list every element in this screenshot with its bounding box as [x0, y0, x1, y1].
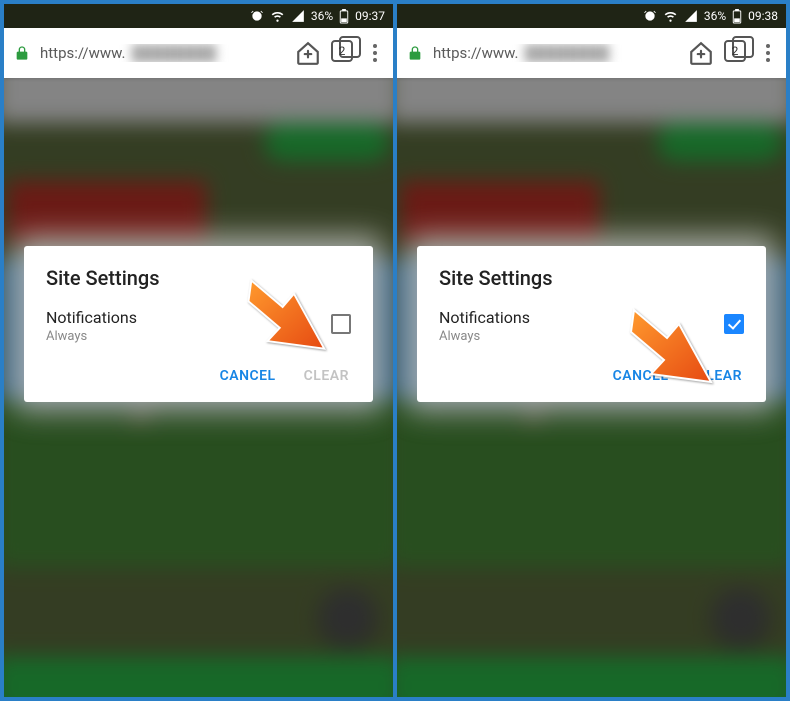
notif-label: Notifications	[46, 308, 137, 327]
url-host-redacted: ████████	[131, 44, 216, 62]
chrome-omnibox[interactable]: https://www. ████████ 2	[397, 28, 786, 78]
phone-left: pcr 36% 09:37 https://www. ████████ 2 Si…	[4, 4, 393, 697]
tab-count: 2	[732, 44, 739, 58]
dialog-title: Site Settings	[439, 266, 744, 290]
notif-value: Always	[439, 329, 530, 344]
battery-icon	[732, 9, 742, 24]
tab-switcher[interactable]: 2	[724, 40, 750, 66]
notif-checkbox[interactable]	[724, 314, 744, 334]
overflow-menu-icon[interactable]	[760, 44, 776, 62]
notif-label: Notifications	[439, 308, 530, 327]
clear-button[interactable]: CLEAR	[697, 368, 742, 384]
cancel-button[interactable]: CANCEL	[220, 368, 276, 384]
site-settings-dialog: Site Settings Notifications Always CANCE…	[417, 246, 766, 402]
notif-value: Always	[46, 329, 137, 344]
status-bar: 36% 09:37	[4, 4, 393, 28]
phone-right: pcr 36% 09:38 https://www. ████████ 2 Si…	[397, 4, 786, 697]
url-text[interactable]: https://www. ████████	[40, 44, 285, 62]
overflow-menu-icon[interactable]	[367, 44, 383, 62]
clock: 09:38	[748, 9, 778, 23]
battery-pct: 36%	[704, 9, 726, 23]
add-home-icon[interactable]	[295, 40, 321, 66]
wifi-icon	[663, 9, 678, 23]
site-settings-dialog: Site Settings Notifications Always CANCE…	[24, 246, 373, 402]
url-host-redacted: ████████	[524, 44, 609, 62]
url-proto: https://www.	[40, 44, 125, 62]
signal-icon	[684, 9, 698, 23]
status-bar: 36% 09:38	[397, 4, 786, 28]
signal-icon	[291, 9, 305, 23]
chrome-omnibox[interactable]: https://www. ████████ 2	[4, 28, 393, 78]
battery-pct: 36%	[311, 9, 333, 23]
battery-icon	[339, 9, 349, 24]
lock-icon	[407, 44, 423, 62]
notif-checkbox[interactable]	[331, 314, 351, 334]
tab-switcher[interactable]: 2	[331, 40, 357, 66]
clear-button: CLEAR	[304, 368, 349, 384]
cancel-button[interactable]: CANCEL	[613, 368, 669, 384]
alarm-icon	[250, 9, 264, 23]
wifi-icon	[270, 9, 285, 23]
url-text[interactable]: https://www. ████████	[433, 44, 678, 62]
url-proto: https://www.	[433, 44, 518, 62]
lock-icon	[14, 44, 30, 62]
alarm-icon	[643, 9, 657, 23]
dialog-title: Site Settings	[46, 266, 351, 290]
tab-count: 2	[339, 44, 346, 58]
clock: 09:37	[355, 9, 385, 23]
add-home-icon[interactable]	[688, 40, 714, 66]
